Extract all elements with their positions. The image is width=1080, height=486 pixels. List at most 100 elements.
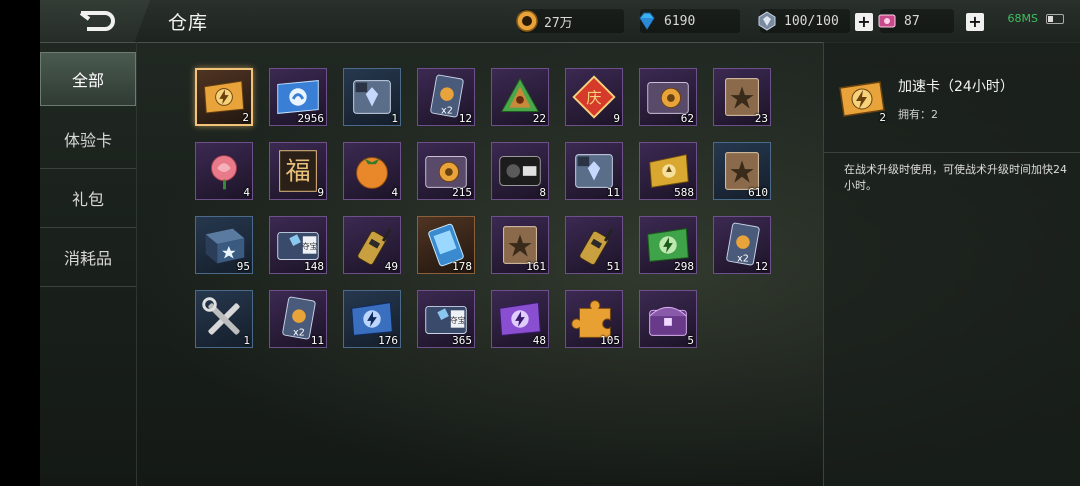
inventory-slot[interactable]: 福9: [269, 142, 327, 200]
item-count: 8: [539, 186, 546, 199]
item-count: 2: [242, 111, 249, 124]
item-count: 2956: [297, 112, 325, 125]
inventory-slot[interactable]: 5: [639, 290, 697, 348]
item-count: 5: [687, 334, 694, 347]
item-count: 178: [452, 260, 472, 273]
item-count: 48: [532, 334, 546, 347]
ticket-value: 87: [904, 13, 920, 29]
detail-header: 2 加速卡（24小时） 拥有：2: [824, 42, 1080, 153]
sidebar-item-all[interactable]: 全部: [40, 52, 136, 106]
item-count: 12: [458, 112, 472, 125]
diamond-value: 6190: [664, 13, 696, 29]
energy-add-button[interactable]: +: [855, 13, 873, 31]
sidebar-item-label: 消耗品: [63, 249, 112, 268]
inventory-slot[interactable]: 2956: [269, 68, 327, 126]
inventory-slot[interactable]: 22: [491, 68, 549, 126]
detail-description: 在战术升级时使用，可使战术升级时间加快24小时。: [844, 163, 1067, 192]
diamond-icon: [639, 12, 655, 30]
item-count: 9: [613, 112, 620, 125]
diamond-resource: 6190: [639, 9, 740, 33]
item-count: 1: [243, 334, 250, 347]
item-count: 4: [391, 186, 398, 199]
svg-text:x2: x2: [293, 327, 305, 338]
item-count: 49: [384, 260, 398, 273]
svg-text:夺宝: 夺宝: [302, 241, 318, 251]
sidebar-item-consumables[interactable]: 消耗品: [40, 228, 136, 287]
detail-owned-count: 拥有：2: [898, 108, 938, 121]
detail-item-icon: 2: [834, 78, 888, 124]
sidebar-item-trial-cards[interactable]: 体验卡: [40, 110, 136, 169]
detail-item-name: 加速卡（24小时）: [898, 79, 1014, 95]
sidebar-divider: [136, 42, 137, 486]
inventory-slot[interactable]: 1: [195, 290, 253, 348]
inventory-slot[interactable]: 161: [491, 216, 549, 274]
inventory-slot[interactable]: 178: [417, 216, 475, 274]
back-button[interactable]: [40, 0, 150, 42]
item-count: 62: [680, 112, 694, 125]
gold-resource: 27万: [516, 9, 624, 33]
svg-text:夺宝: 夺宝: [450, 315, 466, 325]
item-count: 12: [754, 260, 768, 273]
inventory-slot[interactable]: 庆9: [565, 68, 623, 126]
inventory-grid: 2 2956 1 x2 12 22 庆 9 62 23 4 福 9 4 215 8 11 588 610 95 夺宝 14…: [195, 68, 795, 348]
item-count: 298: [674, 260, 694, 273]
item-count: 161: [526, 260, 546, 273]
energy-value: 100/100: [784, 13, 839, 29]
ticket-icon: [878, 14, 896, 28]
inventory-slot[interactable]: 4: [343, 142, 401, 200]
svg-text:x2: x2: [737, 253, 749, 264]
inventory-slot[interactable]: 95: [195, 216, 253, 274]
inventory-slot[interactable]: 588: [639, 142, 697, 200]
item-count: 176: [378, 334, 398, 347]
inventory-slot[interactable]: 48: [491, 290, 549, 348]
page-title: 仓库: [168, 12, 209, 34]
inventory-slot[interactable]: 4: [195, 142, 253, 200]
sidebar-item-gift-packs[interactable]: 礼包: [40, 169, 136, 228]
ticket-add-button[interactable]: +: [966, 13, 984, 31]
inventory-slot[interactable]: 62: [639, 68, 697, 126]
ticket-resource: 87: [878, 9, 954, 33]
category-sidebar: 全部 体验卡 礼包 消耗品: [40, 52, 136, 287]
back-arrow-icon: [79, 11, 115, 31]
item-count: 23: [754, 112, 768, 125]
detail-item-count: 2: [879, 111, 886, 124]
ping-value: 68MS: [1007, 12, 1038, 25]
inventory-slot[interactable]: 215: [417, 142, 475, 200]
inventory-slot[interactable]: 8: [491, 142, 549, 200]
top-bar: 仓库 27万 6190 100/100 + 87 + 68MS: [40, 0, 1080, 43]
item-count: 11: [310, 334, 324, 347]
inventory-slot[interactable]: x2 12: [417, 68, 475, 126]
inventory-slot[interactable]: 610: [713, 142, 771, 200]
inventory-slot[interactable]: 51: [565, 216, 623, 274]
sidebar-item-label: 全部: [71, 71, 104, 90]
battery-icon: [1046, 13, 1064, 24]
item-count: 148: [304, 260, 324, 273]
item-count: 610: [748, 186, 768, 199]
network-status: 68MS: [1008, 12, 1064, 25]
gold-coin-icon: [516, 10, 538, 32]
item-detail-panel: 2 加速卡（24小时） 拥有：2 在战术升级时使用，可使战术升级时间加快24小时…: [823, 42, 1080, 486]
inventory-slot[interactable]: 夺宝 365: [417, 290, 475, 348]
inventory-slot[interactable]: 2: [195, 68, 253, 126]
item-count: 365: [452, 334, 472, 347]
item-count: 9: [317, 186, 324, 199]
inventory-slot[interactable]: 49: [343, 216, 401, 274]
item-count: 1: [391, 112, 398, 125]
inventory-slot[interactable]: x2 12: [713, 216, 771, 274]
inventory-slot[interactable]: 夺宝 148: [269, 216, 327, 274]
inventory-slot[interactable]: x2 11: [269, 290, 327, 348]
svg-text:庆: 庆: [586, 89, 601, 107]
inventory-slot[interactable]: 23: [713, 68, 771, 126]
item-count: 588: [674, 186, 694, 199]
inventory-slot[interactable]: 176: [343, 290, 401, 348]
inventory-slot[interactable]: 11: [565, 142, 623, 200]
inventory-slot[interactable]: 298: [639, 216, 697, 274]
inventory-slot[interactable]: 105: [565, 290, 623, 348]
svg-text:x2: x2: [441, 105, 453, 116]
item-count: 95: [236, 260, 250, 273]
item-count: 51: [606, 260, 620, 273]
item-count: 105: [600, 334, 620, 347]
item-count: 11: [606, 186, 620, 199]
inventory-slot[interactable]: 1: [343, 68, 401, 126]
svg-text:福: 福: [285, 157, 310, 186]
